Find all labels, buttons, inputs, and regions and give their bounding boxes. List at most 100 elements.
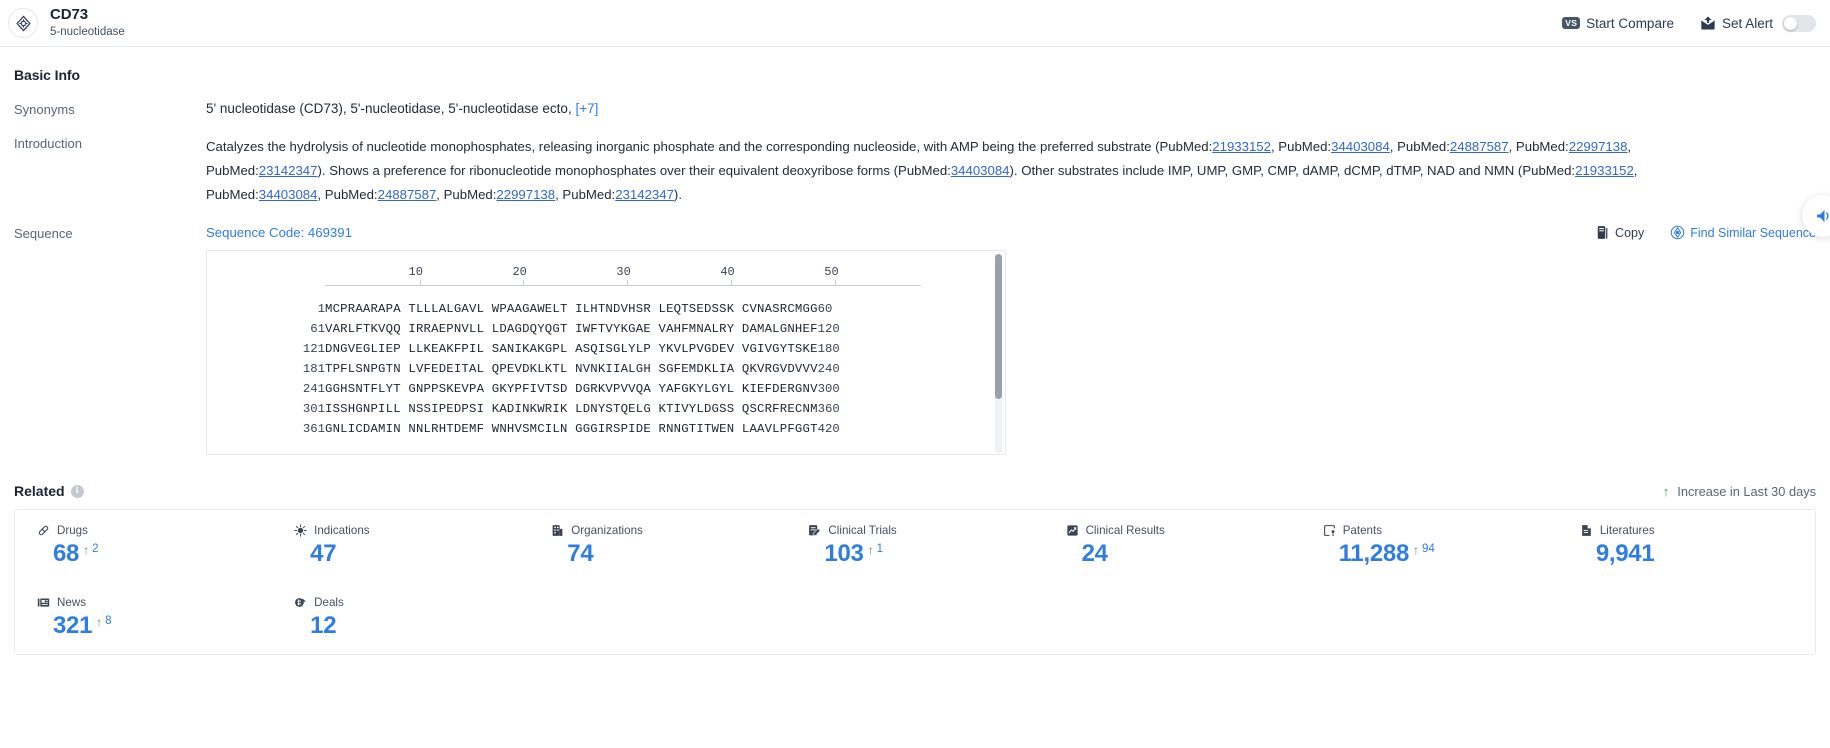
- news-icon: [37, 596, 50, 609]
- entity-logo: [8, 8, 38, 38]
- card-delta: ↑ 2: [83, 543, 98, 556]
- delta-up-arrow-icon: ↑: [1413, 543, 1419, 557]
- sequence-end-index: 60: [817, 302, 833, 316]
- find-similar-icon: [1670, 225, 1685, 240]
- sequence-end-index: 240: [817, 362, 840, 376]
- deal-icon: [294, 596, 307, 609]
- ruler-tick: 40: [720, 265, 735, 279]
- start-compare-button[interactable]: VS Start Compare: [1562, 16, 1674, 31]
- card-header: Deals: [294, 596, 529, 609]
- introduction-row: Introduction Catalyzes the hydrolysis of…: [14, 135, 1816, 207]
- set-alert-label: Set Alert: [1721, 15, 1773, 31]
- find-similar-sequence-button[interactable]: Find Similar Sequence: [1670, 225, 1816, 240]
- sequence-end-index: 180: [817, 342, 840, 356]
- sequence-ruler: 10 20 30 40 50: [325, 265, 925, 299]
- card-value-wrap: 11,288 ↑ 94: [1323, 541, 1558, 567]
- main-content: Basic Info Synonyms 5' nucleotidase (CD7…: [0, 67, 1830, 655]
- sequence-residues: TPFLSNPGTN LVFEDEITAL QPEVDKLKTL NVNKIIA…: [325, 362, 818, 376]
- card-label: Indications: [314, 524, 370, 537]
- related-card-news[interactable]: News 321 ↑ 8: [15, 582, 272, 654]
- sequence-code[interactable]: Sequence Code: 469391: [206, 225, 352, 240]
- related-card-patents[interactable]: Patents 11,288 ↑ 94: [1301, 510, 1558, 582]
- card-value-wrap: 74: [551, 541, 786, 567]
- related-cards: Drugs 68 ↑ 2 Indications 47 Organizations 74 Cli…: [14, 509, 1816, 655]
- card-header: Clinical Trials: [808, 524, 1043, 537]
- delta-value: 1: [876, 543, 883, 555]
- pubmed-link[interactable]: 34403084: [259, 187, 318, 202]
- basic-info-title: Basic Info: [14, 67, 80, 83]
- related-card-organizations[interactable]: Organizations 74: [529, 510, 786, 582]
- synonyms-text: 5' nucleotidase (CD73), 5'-nucleotidase,…: [206, 101, 572, 116]
- sequence-start-index: 361: [302, 422, 325, 436]
- card-label: Literatures: [1599, 524, 1655, 537]
- related-header: Related i ↑ Increase in Last 30 days: [14, 483, 1816, 499]
- sequence-row-line: 61 VARLFTKVQQ IRRAEPNVLL LDAGDQYQGT IWFTV…: [207, 319, 840, 339]
- page-subtitle: 5-nucleotidase: [50, 25, 125, 38]
- sequence-start-index: 1: [317, 302, 325, 316]
- sequence-residues: MCPRAARAPA TLLLALGAVL WPAAGAWELT ILHTNDV…: [325, 302, 818, 316]
- pubmed-link[interactable]: 22997138: [1569, 139, 1628, 154]
- card-value-wrap: 24: [1066, 541, 1301, 567]
- sequence-row-line: 121 DNGVEGLIEP LLKEAKFPIL SANIKAKGPL ASQI…: [207, 339, 840, 359]
- sequence-scrollbar-thumb[interactable]: [995, 254, 1002, 399]
- set-alert-button[interactable]: Set Alert: [1700, 16, 1773, 31]
- synonyms-row: Synonyms 5' nucleotidase (CD73), 5'-nucl…: [14, 101, 1816, 117]
- delta-up-arrow-icon: ↑: [96, 615, 103, 629]
- card-value: 68: [53, 540, 80, 567]
- info-icon[interactable]: i: [70, 484, 84, 498]
- card-value: 103: [824, 540, 864, 567]
- card-value: 321: [53, 612, 93, 639]
- card-header: Drugs: [37, 524, 272, 537]
- alert-toggle[interactable]: [1782, 14, 1816, 32]
- delta-value: 8: [105, 615, 112, 627]
- increase-note: ↑ Increase in Last 30 days: [1663, 484, 1816, 499]
- pubmed-link[interactable]: 23142347: [259, 163, 318, 178]
- card-value-wrap: 47: [294, 541, 529, 567]
- sequence-toolbar: Sequence Code: 469391 Copy Find Similar …: [206, 225, 1816, 240]
- sequence-row-line: 301 ISSHGNPILL NSSIPEDPSI KADINKWRIK LDNY…: [207, 399, 840, 419]
- pubmed-link[interactable]: 23142347: [615, 187, 674, 202]
- pubmed-link[interactable]: 21933152: [1212, 139, 1271, 154]
- card-value: 47: [310, 540, 337, 567]
- target-crosshair-icon: [15, 15, 32, 32]
- pubmed-link[interactable]: 34403084: [951, 163, 1010, 178]
- card-label: Patents: [1342, 524, 1383, 537]
- card-value-wrap: 68 ↑ 2: [37, 541, 272, 567]
- vs-badge-icon: VS: [1562, 16, 1581, 30]
- card-label: News: [57, 596, 86, 609]
- sequence-row-line: 241 GGHSNTFLYT GNPPSKEVPA GKYPFIVTSD DGRK…: [207, 379, 840, 399]
- card-value: 12: [310, 612, 337, 639]
- related-card-clinical-trials[interactable]: Clinical Trials 103 ↑ 1: [786, 510, 1043, 582]
- mail-alert-icon: [1700, 16, 1716, 31]
- card-delta: ↑ 1: [868, 543, 883, 556]
- synonyms-more-link[interactable]: [+7]: [575, 101, 598, 116]
- related-card-clinical-results[interactable]: Clinical Results 24: [1044, 510, 1301, 582]
- sequence-scrollbar[interactable]: [995, 254, 1002, 453]
- introduction-text: Catalyzes the hydrolysis of nucleotide m…: [206, 139, 1638, 202]
- sequence-viewer[interactable]: 10 20 30 40 50 1 MCPRAARAPA TLLLALGAVL WPAAGA…: [206, 250, 1006, 455]
- sequence-residues: GNLICDAMIN NNLRHTDEMF WNHVSMCILN GGGIRSP…: [325, 422, 818, 436]
- ruler-notch: [731, 280, 733, 285]
- ruler-tick: 20: [512, 265, 527, 279]
- start-compare-label: Start Compare: [1586, 15, 1674, 31]
- sequence-row-line: 181 TPFLSNPGTN LVFEDEITAL QPEVDKLKTL NVNK…: [207, 359, 840, 379]
- card-header: News: [37, 596, 272, 609]
- pubmed-link[interactable]: 24887587: [378, 187, 437, 202]
- related-card-drugs[interactable]: Drugs 68 ↑ 2: [15, 510, 272, 582]
- pubmed-link[interactable]: 34403084: [1331, 139, 1390, 154]
- card-value: 24: [1081, 540, 1108, 567]
- ruler-tick: 50: [824, 265, 839, 279]
- copy-button[interactable]: Copy: [1596, 225, 1644, 240]
- related-card-literatures[interactable]: Literatures 9,941: [1558, 510, 1815, 582]
- pubmed-link[interactable]: 22997138: [496, 187, 555, 202]
- sequence-end-index: 420: [817, 422, 840, 436]
- card-value: 9,941: [1595, 540, 1655, 567]
- ruler-notch: [627, 280, 629, 285]
- card-label: Clinical Results: [1085, 524, 1165, 537]
- pill-icon: [37, 524, 50, 537]
- pubmed-link[interactable]: 21933152: [1575, 163, 1634, 178]
- ruler-notch: [419, 280, 421, 285]
- pubmed-link[interactable]: 24887587: [1450, 139, 1509, 154]
- related-card-indications[interactable]: Indications 47: [272, 510, 529, 582]
- related-card-deals[interactable]: Deals 12: [272, 582, 529, 654]
